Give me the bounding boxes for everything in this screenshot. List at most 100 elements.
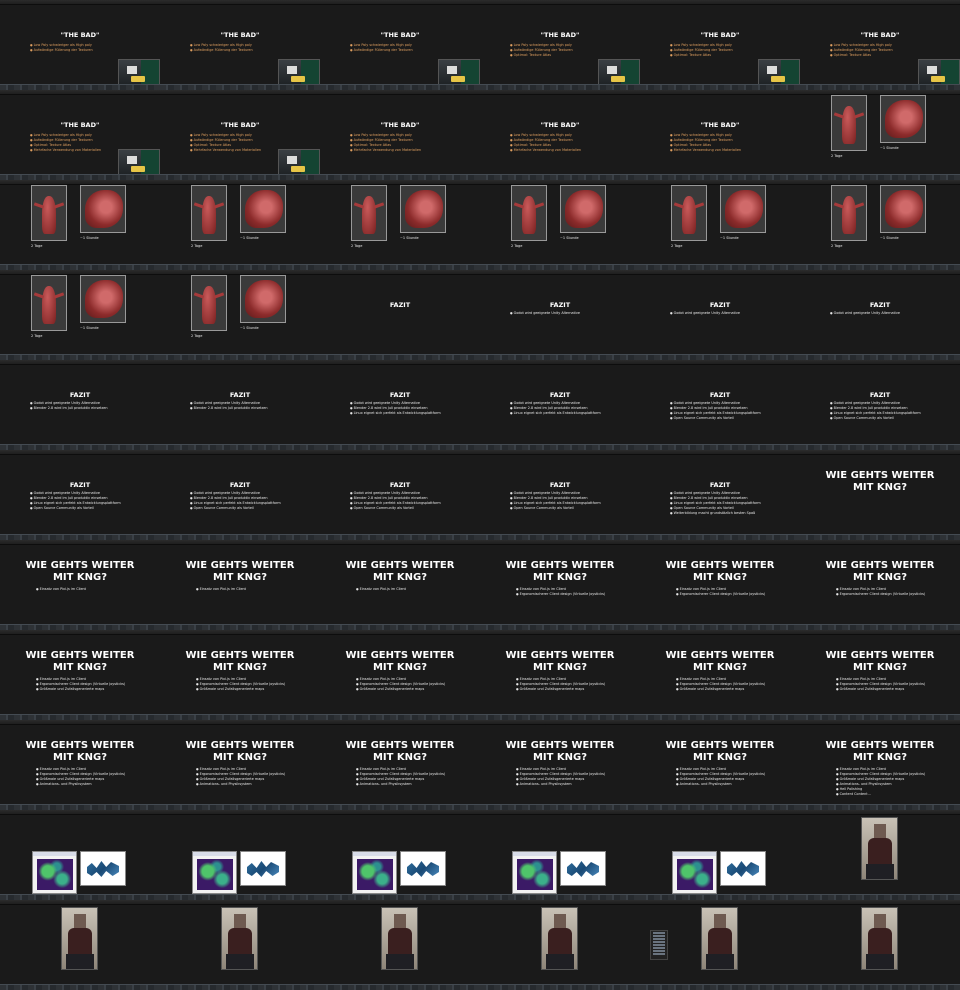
slide-thumbnail[interactable] bbox=[640, 810, 800, 900]
bullet-item: Größmaie und Zufallsgenerierte maps bbox=[36, 687, 125, 692]
menu-item[interactable] bbox=[653, 935, 665, 937]
slide-thumbnail[interactable]: WIE GEHTS WEITERMIT KNG? Einsatz von Pixi… bbox=[0, 630, 160, 720]
bullet-item: Open Source Community als Vorteil bbox=[830, 416, 921, 421]
bullet-item: Animations- und Physiksystem bbox=[36, 782, 125, 787]
bullet-item: Animations- und Physiksystem bbox=[516, 782, 605, 787]
slide-thumbnail[interactable]: "THE BAD" Low Poly schwieriger als High p… bbox=[640, 90, 800, 180]
slide-thumbnail[interactable]: FAZIT Godot wird geeignete Unity Alternat… bbox=[640, 360, 800, 450]
surface-plot-image bbox=[560, 851, 606, 886]
slide-thumbnail[interactable]: WIE GEHTS WEITERMIT KNG? Einsatz von Pixi… bbox=[640, 720, 800, 810]
editor-toolbar bbox=[320, 450, 480, 455]
slide-thumbnail[interactable]: WIE GEHTS WEITERMIT KNG? Einsatz von Pixi… bbox=[0, 540, 160, 630]
menu-item[interactable] bbox=[653, 950, 665, 952]
video-feed-thumbnail bbox=[438, 59, 480, 85]
slide-thumbnail[interactable] bbox=[640, 900, 800, 990]
slide-thumbnail[interactable]: WIE GEHTS WEITERMIT KNG? Einsatz von Pixi… bbox=[800, 630, 960, 720]
slide-thumbnail[interactable]: WIE GEHTS WEITERMIT KNG? Einsatz von Pixi… bbox=[320, 720, 480, 810]
slide-thumbnail[interactable]: 2 Tage ~1 Stunde bbox=[160, 270, 320, 360]
slide-thumbnail[interactable] bbox=[800, 810, 960, 900]
slide-thumbnail[interactable]: FAZIT Godot wird geeignete Unity Alternat… bbox=[640, 450, 800, 540]
slide-thumbnail[interactable]: 2 Tage ~1 Stunde bbox=[640, 180, 800, 270]
slide-thumbnail[interactable] bbox=[320, 810, 480, 900]
editor-toolbar bbox=[0, 630, 160, 635]
slide-thumbnail[interactable]: 2 Tage ~1 Stunde bbox=[160, 180, 320, 270]
slide-thumbnail[interactable]: WIE GEHTS WEITERMIT KNG? Einsatz von Pixi… bbox=[800, 540, 960, 630]
slide-thumbnail[interactable]: WIE GEHTS WEITERMIT KNG? Einsatz von Pixi… bbox=[480, 540, 640, 630]
slide-thumbnail[interactable]: WIE GEHTS WEITER MIT KNG? bbox=[800, 450, 960, 540]
title-line-1: WIE GEHTS WEITER bbox=[345, 560, 455, 571]
bullet-item: Einsatz von Pixi.js im Client bbox=[356, 587, 406, 592]
slide-title: WIE GEHTS WEITER MIT KNG? bbox=[0, 560, 160, 584]
presenter-torso bbox=[548, 928, 572, 954]
slide-thumbnail[interactable]: "THE BAD" Low Poly schwieriger als High p… bbox=[0, 0, 160, 90]
editor-toolbar bbox=[0, 0, 160, 5]
slide-thumbnail[interactable] bbox=[160, 810, 320, 900]
video-monitor bbox=[607, 66, 617, 74]
menu-item[interactable] bbox=[653, 932, 665, 934]
context-menu[interactable] bbox=[650, 930, 668, 960]
slide-thumbnail[interactable]: FAZIT Godot wird geeignete Unity Alternat… bbox=[640, 270, 800, 360]
slide-thumbnail[interactable] bbox=[320, 900, 480, 990]
slide-thumbnail[interactable]: WIE GEHTS WEITERMIT KNG? Einsatz von Pixi… bbox=[160, 540, 320, 630]
menu-item[interactable] bbox=[653, 941, 665, 943]
figure-body bbox=[202, 196, 216, 234]
bullet-list: Godot wird geeignete Unity AlternativeBl… bbox=[190, 491, 281, 511]
presenter-torso bbox=[68, 928, 92, 954]
slide-thumbnail[interactable]: WIE GEHTS WEITERMIT KNG? Einsatz von Pixi… bbox=[480, 720, 640, 810]
slide-thumbnail[interactable]: "THE BAD" Low Poly schwieriger als High p… bbox=[480, 90, 640, 180]
slide-thumbnail[interactable] bbox=[160, 900, 320, 990]
surface-mesh bbox=[247, 861, 279, 877]
slide-thumbnail[interactable]: WIE GEHTS WEITERMIT KNG? Einsatz von Pixi… bbox=[160, 720, 320, 810]
slide-thumbnail[interactable]: FAZIT bbox=[320, 270, 480, 360]
blurred-face bbox=[74, 914, 86, 928]
slide-thumbnail[interactable]: FAZIT Godot wird geeignete Unity Alternat… bbox=[480, 270, 640, 360]
slide-thumbnail[interactable]: FAZIT Godot wird geeignete Unity Alternat… bbox=[480, 360, 640, 450]
slide-thumbnail[interactable]: FAZIT Godot wird geeignete Unity Alternat… bbox=[160, 450, 320, 540]
slide-thumbnail[interactable]: FAZIT Godot wird geeignete Unity Alternat… bbox=[320, 360, 480, 450]
slide-thumbnail[interactable]: WIE GEHTS WEITERMIT KNG? Einsatz von Pixi… bbox=[320, 630, 480, 720]
slide-thumbnail[interactable]: "THE BAD" Low Poly schwieriger als High p… bbox=[480, 0, 640, 90]
slide-thumbnail[interactable]: FAZIT Godot wird geeignete Unity Alternat… bbox=[320, 450, 480, 540]
slide-thumbnail[interactable]: 2 Tage ~1 Stunde bbox=[320, 180, 480, 270]
slide-thumbnail[interactable] bbox=[480, 810, 640, 900]
slide-thumbnail[interactable]: WIE GEHTS WEITERMIT KNG? Einsatz von Pixi… bbox=[320, 540, 480, 630]
head-sculpt bbox=[885, 190, 923, 228]
taskbar bbox=[640, 984, 800, 990]
slide-thumbnail[interactable]: "THE BAD" Low Poly schwieriger als High p… bbox=[640, 0, 800, 90]
slide-thumbnail[interactable]: "THE BAD" Low Poly schwieriger als High p… bbox=[320, 90, 480, 180]
video-desk bbox=[931, 76, 945, 82]
slide-thumbnail[interactable]: WIE GEHTS WEITERMIT KNG? Einsatz von Pixi… bbox=[640, 630, 800, 720]
slide-thumbnail[interactable]: FAZIT Godot wird geeignete Unity Alternat… bbox=[800, 360, 960, 450]
slide-thumbnail[interactable]: 2 Tage ~1 Stunde bbox=[0, 180, 160, 270]
slide-thumbnail[interactable]: WIE GEHTS WEITERMIT KNG? Einsatz von Pixi… bbox=[480, 630, 640, 720]
slide-thumbnail[interactable]: 2 Tage ~1 Stunde bbox=[800, 90, 960, 180]
menu-item[interactable] bbox=[653, 953, 665, 955]
slide-thumbnail[interactable]: "THE BAD" Low Poly schwieriger als High p… bbox=[0, 90, 160, 180]
menu-item[interactable] bbox=[653, 938, 665, 940]
slide-thumbnail[interactable]: WIE GEHTS WEITERMIT KNG? Einsatz von Pixi… bbox=[800, 720, 960, 810]
slide-thumbnail[interactable]: FAZIT Godot wird geeignete Unity Alternat… bbox=[0, 450, 160, 540]
slide-thumbnail[interactable]: "THE BAD" Low Poly schwieriger als High p… bbox=[800, 0, 960, 90]
video-monitor bbox=[287, 66, 297, 74]
clay-figure-image bbox=[31, 185, 67, 241]
slide-thumbnail[interactable]: "THE BAD" Low Poly schwieriger als High p… bbox=[160, 0, 320, 90]
slide-thumbnail[interactable] bbox=[800, 900, 960, 990]
slide-thumbnail[interactable]: FAZIT Godot wird geeignete Unity Alternat… bbox=[480, 450, 640, 540]
slide-thumbnail[interactable]: FAZIT Godot wird geeignete Unity Alternat… bbox=[800, 270, 960, 360]
slide-thumbnail[interactable] bbox=[480, 900, 640, 990]
slide-thumbnail[interactable]: WIE GEHTS WEITERMIT KNG? Einsatz von Pixi… bbox=[640, 540, 800, 630]
slide-thumbnail[interactable]: WIE GEHTS WEITERMIT KNG? Einsatz von Pixi… bbox=[0, 720, 160, 810]
slide-thumbnail[interactable]: FAZIT Godot wird geeignete Unity Alternat… bbox=[160, 360, 320, 450]
slide-thumbnail[interactable] bbox=[0, 900, 160, 990]
figure-body bbox=[42, 286, 56, 324]
menu-item[interactable] bbox=[653, 944, 665, 946]
slide-thumbnail[interactable]: WIE GEHTS WEITERMIT KNG? Einsatz von Pixi… bbox=[160, 630, 320, 720]
menu-item[interactable] bbox=[653, 947, 665, 949]
slide-thumbnail[interactable]: 2 Tage ~1 Stunde bbox=[480, 180, 640, 270]
slide-thumbnail[interactable]: FAZIT Godot wird geeignete Unity Alternat… bbox=[0, 360, 160, 450]
slide-thumbnail[interactable]: 2 Tage ~1 Stunde bbox=[800, 180, 960, 270]
slide-thumbnail[interactable]: "THE BAD" Low Poly schwieriger als High p… bbox=[320, 0, 480, 90]
slide-thumbnail[interactable]: 2 Tage ~1 Stunde bbox=[0, 270, 160, 360]
slide-thumbnail[interactable]: "THE BAD" Low Poly schwieriger als High p… bbox=[160, 90, 320, 180]
slide-thumbnail[interactable] bbox=[0, 810, 160, 900]
